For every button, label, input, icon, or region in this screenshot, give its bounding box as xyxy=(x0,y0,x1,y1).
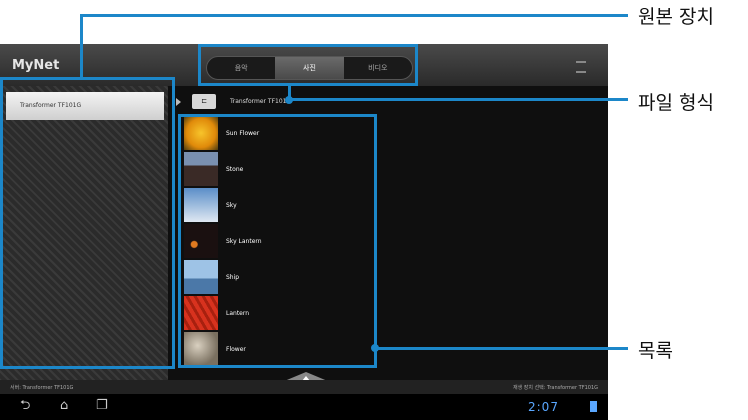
callout-list: 목록 xyxy=(638,340,673,362)
home-icon[interactable]: ⌂ xyxy=(60,399,68,412)
callout-file-type: 파일 형식 xyxy=(638,92,714,114)
menu-icon[interactable] xyxy=(576,61,586,73)
folder-icon[interactable]: ⊏ xyxy=(192,94,216,109)
server-status: 서버: Transformer TF101G xyxy=(10,385,74,391)
callout-line xyxy=(288,84,291,98)
callout-line xyxy=(291,98,628,101)
callout-line xyxy=(80,14,628,17)
list-highlight xyxy=(178,114,377,368)
callout-source-device: 원본 장치 xyxy=(638,6,714,28)
playback-device-status[interactable]: 재생 장치 선택: Transformer TF101G xyxy=(513,384,598,391)
battery-icon xyxy=(590,401,597,412)
clock: 2:07 xyxy=(528,400,559,414)
recent-apps-icon[interactable]: ❐ xyxy=(96,399,108,412)
path-text: Transformer TF101G xyxy=(230,98,292,105)
system-nav-bar: ⮌ ⌂ ❐ 2:07 xyxy=(0,394,608,420)
path-arrow-icon xyxy=(176,98,181,106)
file-type-highlight xyxy=(198,44,418,86)
callout-line xyxy=(80,14,83,78)
app-title: MyNet xyxy=(12,58,60,73)
back-icon[interactable]: ⮌ xyxy=(20,399,30,412)
callout-line xyxy=(377,347,628,350)
status-bar: 서버: Transformer TF101G 재생 장치 선택: Transfo… xyxy=(0,380,608,394)
source-device-highlight xyxy=(0,77,175,369)
